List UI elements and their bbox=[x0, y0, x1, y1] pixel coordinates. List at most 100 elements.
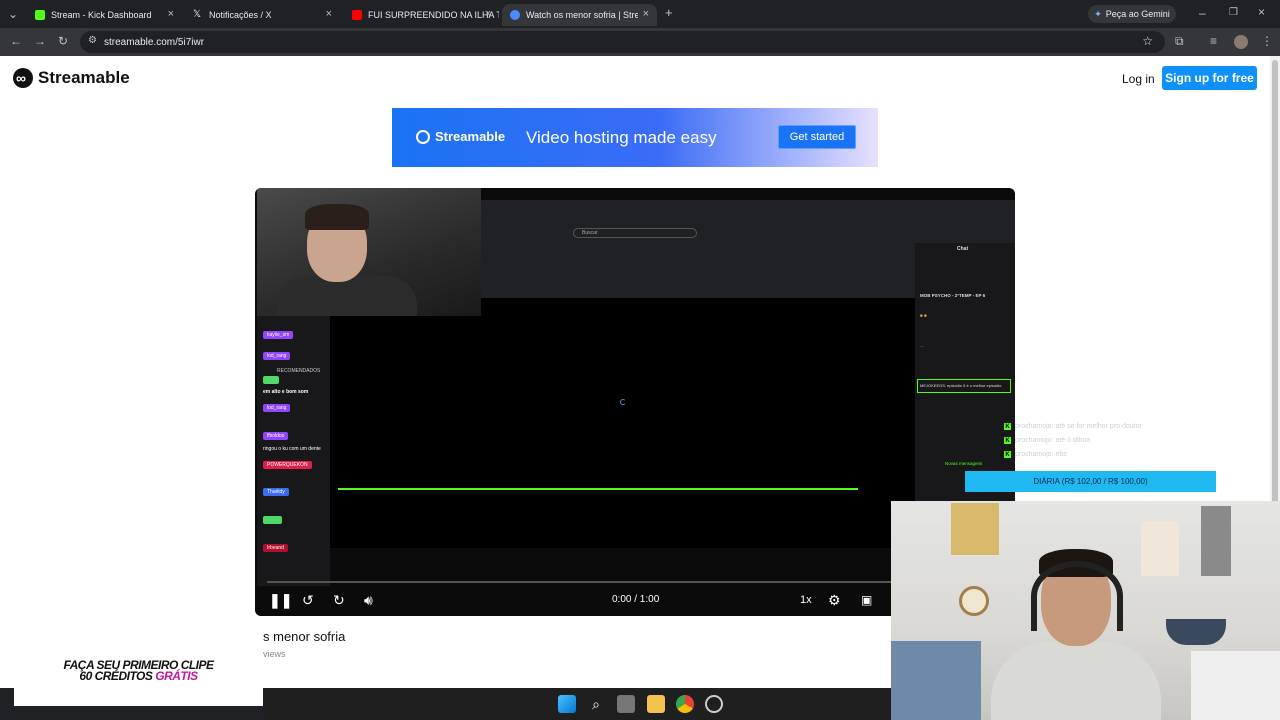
inner-chat-line: ■ ■ bbox=[920, 313, 927, 318]
video-title: s menor sofria bbox=[263, 629, 346, 644]
volume-icon[interactable]: 🔊︎ bbox=[364, 592, 373, 608]
tab-title: Watch os menor sofria | Stream bbox=[526, 10, 638, 20]
tab-streamable[interactable]: Watch os menor sofria | Stream × bbox=[502, 4, 657, 26]
sidebar-pill: Irbeand bbox=[263, 544, 288, 552]
ad-banner[interactable]: Streamable Video hosting made easy Get s… bbox=[392, 108, 878, 167]
overlay-chat-line: Kprochamojo: até ó diboa bbox=[1004, 437, 1090, 444]
address-bar[interactable]: ⚙ streamable.com/5i7iwr ☆ bbox=[80, 31, 1165, 53]
video-frame-stream bbox=[330, 298, 915, 548]
pause-icon[interactable]: ❚❚ bbox=[269, 592, 292, 608]
kick-icon: K bbox=[1004, 437, 1011, 444]
tab-title: FUI SURPREENDIDO NA ILHA T bbox=[368, 10, 499, 20]
streamer-facecam bbox=[257, 188, 481, 316]
reading-list-icon[interactable]: ≡ bbox=[1210, 34, 1217, 48]
wall-poster bbox=[951, 503, 999, 555]
gemini-label: Peça ao Gemini bbox=[1105, 9, 1170, 19]
extensions-icon[interactable]: ⧉ bbox=[1175, 34, 1184, 48]
wall-poster bbox=[1141, 521, 1179, 576]
close-tab-icon[interactable]: × bbox=[485, 8, 491, 20]
gemini-icon: ✦ bbox=[1094, 8, 1102, 19]
wall-poster bbox=[1201, 506, 1231, 576]
close-tab-icon[interactable]: × bbox=[326, 8, 332, 20]
site-info-icon[interactable]: ⚙ bbox=[88, 35, 97, 46]
inner-chat-line: MEJOKEEGS: episódio 5 é o melhor episódi… bbox=[920, 383, 1002, 388]
bed bbox=[891, 641, 981, 720]
time-display: 0:00 / 1:00 bbox=[612, 594, 660, 605]
tab-x-notifications[interactable]: 𝕏 Notificações / X × bbox=[185, 4, 340, 26]
desk bbox=[1191, 651, 1280, 720]
back-icon[interactable]: ← bbox=[10, 34, 22, 48]
tab-bar: ⌄ Stream - Kick Dashboard × 𝕏 Notificaçõ… bbox=[0, 0, 1280, 28]
inner-green-progress bbox=[338, 488, 858, 490]
facecam-hair bbox=[305, 204, 369, 230]
windows-taskbar: ⌕ bbox=[263, 688, 891, 720]
inner-search-bar: Buscar bbox=[573, 228, 697, 238]
reload-icon[interactable]: ↻ bbox=[58, 34, 68, 48]
sidebar-pill: POWERQUEKON bbox=[263, 461, 312, 469]
profile-avatar[interactable] bbox=[1234, 35, 1248, 49]
sidebar-pill bbox=[263, 516, 283, 524]
promo-line-2: 60 CRÉDITOS GRÁTIS bbox=[14, 669, 263, 683]
banner-get-started-button[interactable]: Get started bbox=[778, 125, 856, 149]
minimize-icon[interactable]: – bbox=[1199, 6, 1206, 20]
streamable-logo-icon bbox=[13, 68, 33, 88]
app-icon[interactable] bbox=[705, 695, 723, 713]
x-favicon-icon: 𝕏 bbox=[193, 9, 202, 20]
sidebar-pill: Tharlidy bbox=[263, 488, 289, 496]
inner-chat-line: … bbox=[920, 343, 925, 348]
forward-skip-icon[interactable]: ↻ bbox=[333, 592, 345, 608]
signup-button[interactable]: Sign up for free bbox=[1162, 66, 1257, 90]
playback-speed-button[interactable]: 1x bbox=[800, 594, 812, 606]
wall-clock bbox=[959, 586, 989, 616]
daily-goal-bar: DIÁRIA (R$ 102,00 / R$ 100,00) bbox=[965, 471, 1216, 492]
url-text: streamable.com/5i7iwr bbox=[104, 36, 205, 48]
rewind-icon[interactable]: ↺ bbox=[302, 592, 314, 608]
video-frame-chat: Chat MOB PSYCHO - 2°TEMP - EP 6 ■ ■ … ME… bbox=[915, 243, 1015, 503]
overlay-chat-line: Kprochamojo: até se for melhor pro douto… bbox=[1004, 423, 1142, 430]
windows-start-icon[interactable] bbox=[558, 695, 576, 713]
kick-favicon-icon bbox=[35, 10, 45, 20]
tab-youtube-video[interactable]: FUI SURPREENDIDO NA ILHA T × bbox=[344, 4, 499, 26]
sidebar-pill: kaylie_sm bbox=[263, 331, 294, 339]
video-frame-sidebar: kaylie_sm lod_rang RECOMENDADOS em alto … bbox=[257, 316, 330, 586]
chrome-icon[interactable] bbox=[676, 695, 694, 713]
sidebar-pill: ffsoldoo bbox=[263, 432, 289, 440]
streamable-logo[interactable]: Streamable bbox=[13, 68, 130, 88]
sidebar-pill bbox=[263, 376, 280, 384]
menu-kebab-icon[interactable]: ⋮ bbox=[1261, 34, 1273, 48]
settings-gear-icon[interactable]: ⚙ bbox=[828, 592, 841, 608]
overlay-chat-text: prochamojo: até se for melhor pro doutor bbox=[1015, 423, 1142, 430]
overlay-chat-line: Kprochamojo: ebs bbox=[1004, 451, 1067, 458]
close-window-icon[interactable]: × bbox=[1258, 5, 1265, 19]
overlay-chat-text: prochamojo: até ó diboa bbox=[1015, 437, 1091, 444]
banner-brand-text: Streamable bbox=[435, 129, 506, 144]
person-torso bbox=[991, 641, 1161, 720]
gemini-button[interactable]: ✦ Peça ao Gemini bbox=[1088, 5, 1176, 23]
restore-icon[interactable]: ❐ bbox=[1229, 6, 1238, 20]
login-link[interactable]: Log in bbox=[1122, 72, 1155, 86]
sidebar-text: ringou o ku com um dente bbox=[263, 446, 321, 452]
close-tab-icon[interactable]: × bbox=[168, 8, 174, 20]
picture-in-picture-icon[interactable]: ▣ bbox=[861, 592, 872, 608]
forward-icon[interactable]: → bbox=[34, 34, 46, 48]
banner-tagline: Video hosting made easy bbox=[526, 128, 717, 147]
promo-overlay: FAÇA SEU PRIMEIRO CLIPE 60 CRÉDITOS GRÁT… bbox=[14, 632, 263, 706]
inner-chat-line: Novas mensagens bbox=[945, 461, 983, 466]
tab-search-icon[interactable]: ⌄ bbox=[8, 7, 18, 21]
tab-kick-dashboard[interactable]: Stream - Kick Dashboard × bbox=[27, 4, 182, 26]
kick-icon: K bbox=[1004, 451, 1011, 458]
promo-line-2-prefix: 60 CRÉDITOS bbox=[79, 669, 156, 683]
new-tab-icon[interactable]: + bbox=[665, 6, 673, 20]
bookmark-star-icon[interactable]: ☆ bbox=[1142, 34, 1153, 48]
headset bbox=[1031, 561, 1123, 631]
inner-chat-title: Chat bbox=[957, 246, 969, 252]
facecam-body bbox=[277, 276, 417, 316]
banner-brand: Streamable bbox=[416, 129, 505, 144]
task-view-icon[interactable] bbox=[617, 695, 635, 713]
sidebar-text: em alto e bom som bbox=[263, 389, 309, 395]
basin bbox=[1166, 619, 1226, 645]
close-tab-icon[interactable]: × bbox=[643, 8, 649, 20]
taskbar-search-icon[interactable]: ⌕ bbox=[587, 695, 605, 713]
streamer-webcam bbox=[891, 501, 1280, 720]
file-explorer-icon[interactable] bbox=[647, 695, 665, 713]
